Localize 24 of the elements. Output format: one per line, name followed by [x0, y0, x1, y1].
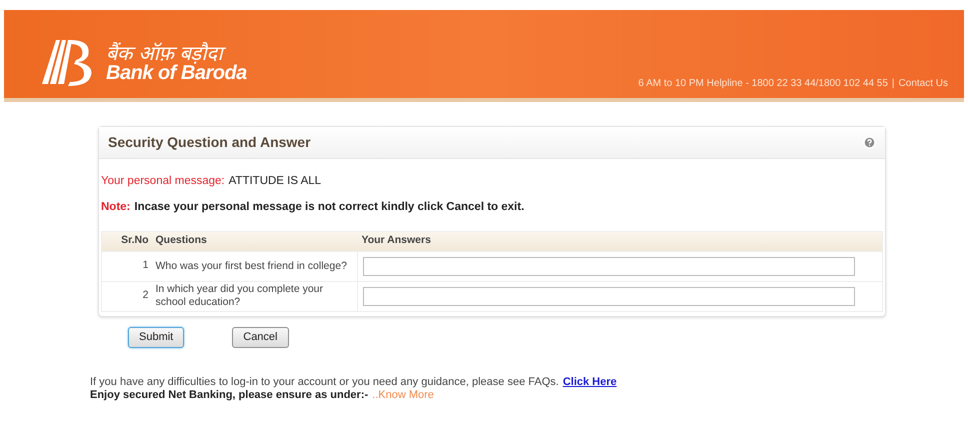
helpline-text: 6 AM to 10 PM Helpline - 1800 22 33 44/1800 102 44 55 [638, 77, 888, 91]
help-icon[interactable] [863, 136, 876, 149]
answer-input[interactable] [363, 286, 855, 306]
column-header: Sr.No [102, 231, 152, 251]
secure-banking-text: Enjoy secured Net Banking, please ensure as under:- [90, 388, 368, 402]
help-text: If you have any difficulties to log-in to your account or you need any guidance, please see FAQs. [90, 376, 559, 388]
separator-text: | [892, 77, 895, 91]
form-button[interactable]: Cancel [232, 326, 288, 348]
row-number: 1 [102, 251, 152, 281]
message-label: Your personal message: [101, 174, 225, 189]
column-header: Your Answers [358, 231, 882, 251]
column-header: Questions [152, 231, 358, 251]
question-cell: Who was your first best friend in college? [152, 251, 358, 281]
question-cell: In which year did you complete your school education? [152, 281, 358, 311]
row-number: 2 [102, 281, 152, 311]
note-label: Note: [101, 200, 130, 216]
panel-title: Security Question and Answer [108, 133, 311, 152]
click-here-link[interactable]: Click Here [562, 376, 617, 388]
message-value: ATTITUDE IS ALL [228, 174, 322, 189]
logo-hindi-text: बैंक ऑफ़ बड़ौदा [106, 43, 247, 63]
note-text: Incase your personal message is not correct kindly click Cancel to exit. [134, 200, 524, 216]
logo-text: Bank of Baroda [106, 63, 247, 83]
answer-input[interactable] [363, 256, 855, 276]
form-button[interactable]: Submit [128, 326, 184, 348]
